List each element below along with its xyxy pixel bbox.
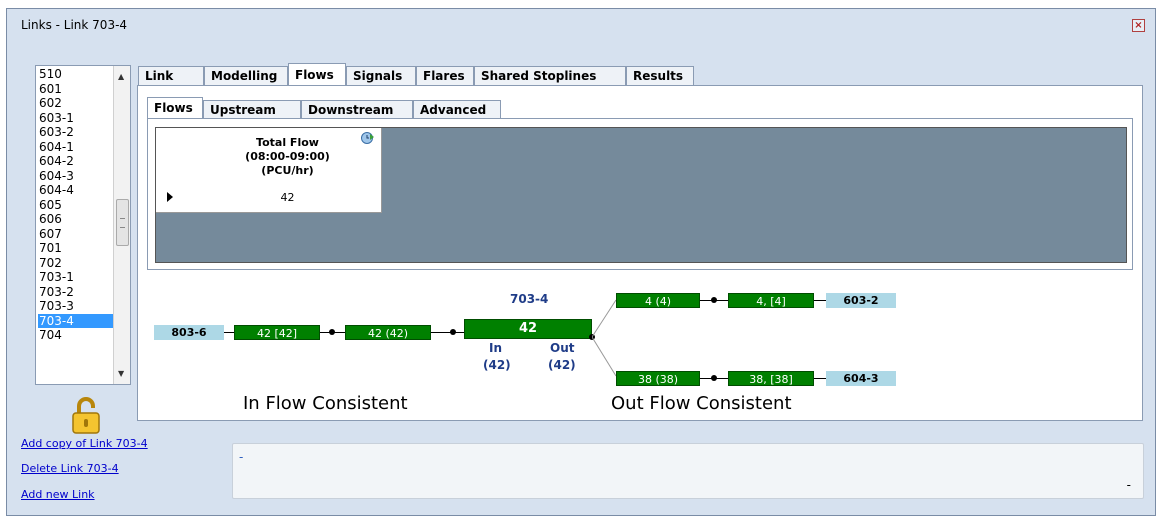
list-item[interactable]: 701: [39, 241, 62, 255]
tab-modelling[interactable]: Modelling: [204, 66, 288, 86]
list-item[interactable]: 607: [39, 227, 62, 241]
list-item[interactable]: 604-2: [39, 154, 74, 168]
list-item[interactable]: 603-1: [39, 111, 74, 125]
out-top-box-2[interactable]: 4, [4]: [728, 293, 814, 308]
links-window: Links - Link 703-4 × 510 601 602 603-1 603-2…: [6, 8, 1156, 516]
message-line-1: -: [239, 450, 244, 464]
in-flow-box-2[interactable]: 42 (42): [345, 325, 431, 340]
row-selector[interactable]: [156, 184, 195, 213]
list-item[interactable]: 703-2: [39, 285, 74, 299]
tab-flows[interactable]: Flows: [288, 63, 346, 87]
current-link-flow-box[interactable]: 42: [464, 319, 592, 339]
connector: [814, 300, 826, 301]
scroll-up-icon[interactable]: ▲: [118, 72, 124, 81]
header-line-1: Total Flow: [256, 136, 319, 149]
current-link-label: 703-4: [510, 292, 549, 306]
list-item[interactable]: 604-3: [39, 169, 74, 183]
title-bar[interactable]: Links - Link 703-4 ×: [7, 9, 1155, 39]
out-top-link-box[interactable]: 603-2: [826, 293, 896, 308]
list-item[interactable]: 604-1: [39, 140, 74, 154]
list-item[interactable]: 703-3: [39, 299, 74, 313]
out-top-box-1[interactable]: 4 (4): [616, 293, 700, 308]
list-scrollbar[interactable]: ▲ ▼: [113, 66, 130, 384]
in-label: In: [489, 341, 503, 355]
flow-grid[interactable]: Total Flow (08:00-09:00) (PCU/hr) 42: [155, 127, 1127, 263]
in-flow-status: In Flow Consistent: [243, 393, 408, 414]
header-line-3: (PCU/hr): [261, 164, 314, 177]
out-bottom-link-box[interactable]: 604-3: [826, 371, 896, 386]
total-flow-cell[interactable]: 42: [194, 184, 382, 213]
in-value: (42): [483, 358, 511, 372]
upstream-link-box[interactable]: 803-6: [154, 325, 224, 340]
out-flow-status: Out Flow Consistent: [611, 393, 792, 414]
list-item[interactable]: 702: [39, 256, 62, 270]
tab-results[interactable]: Results: [626, 66, 694, 86]
list-item[interactable]: 601: [39, 82, 62, 96]
out-value: (42): [548, 358, 576, 372]
add-new-link[interactable]: Add new Link: [21, 488, 95, 501]
subtab-advanced[interactable]: Advanced: [413, 100, 501, 120]
grip-icon: [120, 218, 125, 228]
current-row-arrow-icon: [167, 192, 173, 202]
tab-shared-stoplines[interactable]: Shared Stoplines: [474, 66, 626, 86]
link-listbox[interactable]: 510 601 602 603-1 603-2 604-1 604-2 604-3 604-4 6…: [35, 65, 131, 385]
out-label: Out: [550, 341, 575, 355]
connector: [431, 332, 464, 333]
tab-signals[interactable]: Signals: [346, 66, 416, 86]
delete-link[interactable]: Delete Link 703-4: [21, 462, 119, 475]
window-title: Links - Link 703-4: [21, 18, 128, 32]
node-dot: [450, 329, 456, 335]
time-period-icon[interactable]: [361, 131, 375, 145]
connector: [814, 378, 826, 379]
list-item[interactable]: 606: [39, 212, 62, 226]
flow-diagram: 803-6 42 [42] 42 (42) 703-4 42 In (42) O…: [147, 277, 1007, 417]
unlocked-padlock-icon[interactable]: [70, 397, 102, 435]
out-bottom-box-1[interactable]: 38 (38): [616, 371, 700, 386]
add-copy-link[interactable]: Add copy of Link 703-4: [21, 437, 148, 450]
list-item[interactable]: 605: [39, 198, 62, 212]
connector: [224, 332, 234, 333]
subtab-flows[interactable]: Flows: [147, 97, 203, 119]
grid-corner: [156, 128, 195, 185]
header-line-2: (08:00-09:00): [245, 150, 330, 163]
list-item[interactable]: 703-1: [39, 270, 74, 284]
scrollbar-thumb[interactable]: [116, 199, 129, 246]
node-dot: [711, 375, 717, 381]
node-dot: [329, 329, 335, 335]
subtab-downstream[interactable]: Downstream: [301, 100, 413, 120]
list-item[interactable]: 703-4: [38, 313, 116, 328]
list-item[interactable]: 510: [39, 67, 62, 81]
list-item[interactable]: 704: [39, 328, 62, 342]
in-flow-box-1[interactable]: 42 [42]: [234, 325, 320, 340]
close-icon[interactable]: ×: [1132, 19, 1145, 32]
message-line-2: -: [1126, 478, 1131, 492]
list-item[interactable]: 604-4: [39, 183, 74, 197]
message-panel: - -: [232, 443, 1144, 499]
list-item[interactable]: 602: [39, 96, 62, 110]
list-item[interactable]: 603-2: [39, 125, 74, 139]
scroll-down-icon[interactable]: ▼: [118, 369, 124, 378]
node-dot: [711, 297, 717, 303]
tab-flares[interactable]: Flares: [416, 66, 474, 86]
out-bottom-box-2[interactable]: 38, [38]: [728, 371, 814, 386]
subtab-upstream[interactable]: Upstream: [203, 100, 301, 120]
total-flow-column-header[interactable]: Total Flow (08:00-09:00) (PCU/hr): [194, 128, 382, 185]
tab-link[interactable]: Link: [138, 66, 204, 86]
